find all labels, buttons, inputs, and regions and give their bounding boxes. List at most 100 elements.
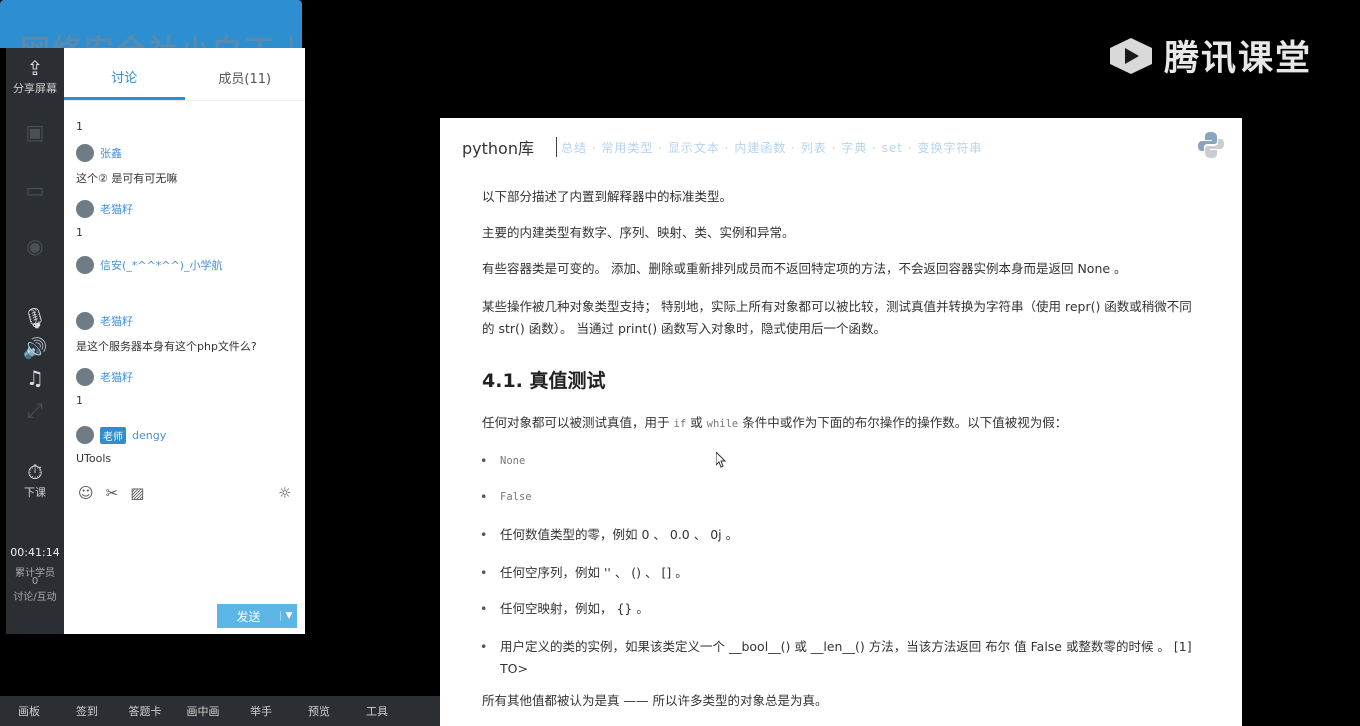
brand-name: 腾讯课堂 [1164,39,1313,79]
brand-logo: 腾讯课堂 [1108,30,1312,81]
paragraph: 以下部分描述了内置到解释器中的标准类型。 [482,189,733,204]
list-item-text: 任何空序列，例如 '' 、 () 、 [] 。 [500,565,688,580]
message-user[interactable]: 老猫籽 [100,369,133,385]
stat-label-2: 讨论/互动 [13,592,57,603]
speaker-icon: 🔊 [22,336,48,360]
list-item: 用户定义的类的实例，如果该类定义一个 __bool__() 或 __len__(… [480,636,1202,680]
message-user[interactable]: 老猫籽 [100,313,133,329]
music-button[interactable]: ♫ [6,366,64,390]
python-logo-icon [1198,132,1224,158]
avatar [76,144,94,162]
microphone-icon: 🎙 [22,306,48,330]
paragraph: 某些操作被几种对象类型支持； 特别地，实际上所有对象都可以被比较，测试真值并转换… [482,299,1192,336]
media-button[interactable]: ◉ [6,234,64,258]
code-if: if [673,418,687,430]
list-item-text: 用户定义的类的实例，如果该类定义一个 __bool__() 或 __len__(… [500,639,1192,676]
list-item: 任何空映射，例如， {} 。 [480,598,1202,620]
code-while: while [706,418,739,430]
avatar [76,200,94,218]
microphone-button[interactable]: 🎙 [6,306,64,330]
classroom-control-strip: ⇪ 分享屏幕 ▣ ▭ ◉ 🎙 🔊 ♫ ⤢ ⏱ 下课 00:41:14 累计学员 … [6,48,64,634]
chat-message: 信安(_*^^*^^)_小学航 [76,256,222,274]
scissors-icon[interactable]: ✂ [106,484,119,502]
message-text: 1 [76,120,83,133]
media-icon: ◉ [26,234,44,258]
toolbar-answer-card[interactable]: 答题卡 [116,703,174,719]
chat-message: 老猫籽 1 [76,200,133,239]
list-item-text: 任何空映射，例如， {} 。 [500,601,649,616]
music-icon: ♫ [26,366,44,390]
list-item: 任何数值类型的零，例如 0 、 0.0 、 0j 。 [480,524,1202,546]
mouse-cursor-icon [716,452,726,468]
expand-icon: ⤢ [27,398,43,422]
emoji-icon[interactable]: ☺ [78,484,94,502]
stat-value: 0 [31,576,39,587]
intro-text: 条件中或作为下面的布尔操作的操作数。以下值被视为假： [742,415,1068,430]
tencent-classroom-logo-icon [1110,37,1152,74]
message-user[interactable]: 张鑫 [100,145,122,161]
ppt-button[interactable]: ▭ [6,178,64,202]
toolbar-signin[interactable]: 签到 [58,703,116,719]
toolbar-preview[interactable]: 预览 [290,703,348,719]
speaker-button[interactable]: 🔊 [6,336,64,360]
message-user[interactable]: dengy [132,429,166,442]
chat-toolbar: ☺ ✂ ▨ ☼ [78,484,291,502]
fullscreen-button[interactable]: ⤢ [6,398,64,422]
list-item-text: 任何数值类型的零，例如 0 、 0.0 、 0j 。 [500,527,739,542]
avatar [76,426,94,444]
intro-text: 或 [690,415,703,430]
end-class-button[interactable]: ⏱ 下课 [6,460,64,500]
bottom-toolbar: 画板 签到 答题卡 画中画 举手 预览 工具 ⏻ [0,696,492,726]
message-user[interactable]: 信安(_*^^*^^)_小学航 [100,257,222,273]
camera-button[interactable]: ▣ [6,120,64,144]
paragraph: 所有其他值都被认为是真 —— 所以许多类型的对象总是为真。 [482,693,828,708]
share-screen-button[interactable]: ⇪ 分享屏幕 [6,56,64,96]
send-button[interactable]: 发送 ▼ [217,604,297,628]
discussion-panel: 讨论 成员(11) 1 张鑫 这个② 是可有可无嘛 老猫籽 1 信安(_*^^*… [64,48,305,634]
tab-discussion[interactable]: 讨论 [64,48,185,100]
intro-text: 任何对象都可以被测试真值，用于 [482,415,670,430]
avatar [76,256,94,274]
message-text: 1 [76,394,83,407]
doc-header: python库 总结 · 常用类型 · 显示文本 · 内建函数 · 列表 · 字… [440,118,1242,176]
send-label: 发送 [236,609,261,624]
tab-members[interactable]: 成员(11) [185,48,306,100]
document-page: python库 总结 · 常用类型 · 显示文本 · 内建函数 · 列表 · 字… [440,118,1242,726]
image-icon[interactable]: ▨ [130,484,144,502]
toolbar-pip[interactable]: 画中画 [174,703,232,719]
share-icon: ⇪ [26,56,44,80]
section-heading: 4.1. 真值测试 [482,370,606,392]
slides-icon: ▭ [25,178,45,202]
class-timer: 00:41:14 [10,546,60,559]
chat-message: 老师 dengy UTools [76,426,166,465]
divider [555,137,557,157]
chat-message: 1 [76,112,83,133]
toolbar-raise-hand[interactable]: 举手 [232,703,290,719]
message-text: 1 [76,226,83,239]
chat-message: 张鑫 这个② 是可有可无嘛 [76,144,177,186]
list-item: None [480,450,1202,472]
message-text: 这个② 是可有可无嘛 [76,172,178,185]
list-item: False [480,486,1202,508]
list-item-text: False [500,491,532,503]
message-user[interactable]: 老猫籽 [100,201,133,217]
message-text: 是这个服务器本身有这个php文件么? [76,340,257,353]
doc-nav[interactable]: 总结 · 常用类型 · 显示文本 · 内建函数 · 列表 · 字典 · set … [561,139,982,156]
camera-icon: ▣ [25,120,45,144]
list-item-text: None [500,455,526,467]
chat-message: 老猫籽 是这个服务器本身有这个php文件么? [76,312,257,354]
teacher-badge: 老师 [100,426,126,444]
settings-icon[interactable]: ☼ [278,484,291,502]
avatar [76,368,94,386]
doc-title[interactable]: python库 [462,135,534,159]
toolbar-tools[interactable]: 工具 [348,703,406,719]
message-text: UTools [76,452,112,465]
stopwatch-icon: ⏱ [27,460,43,484]
chevron-down-icon[interactable]: ▼ [280,611,297,621]
list-item: 任何空序列，例如 '' 、 () 、 [] 。 [480,562,1202,584]
chat-tabs: 讨论 成员(11) [64,48,305,101]
end-class-label: 下课 [24,486,46,499]
paragraph: 任何对象都可以被测试真值，用于 if 或 while 条件中或作为下面的布尔操作… [482,412,1202,435]
avatar [76,312,94,330]
toolbar-whiteboard[interactable]: 画板 [0,703,58,719]
